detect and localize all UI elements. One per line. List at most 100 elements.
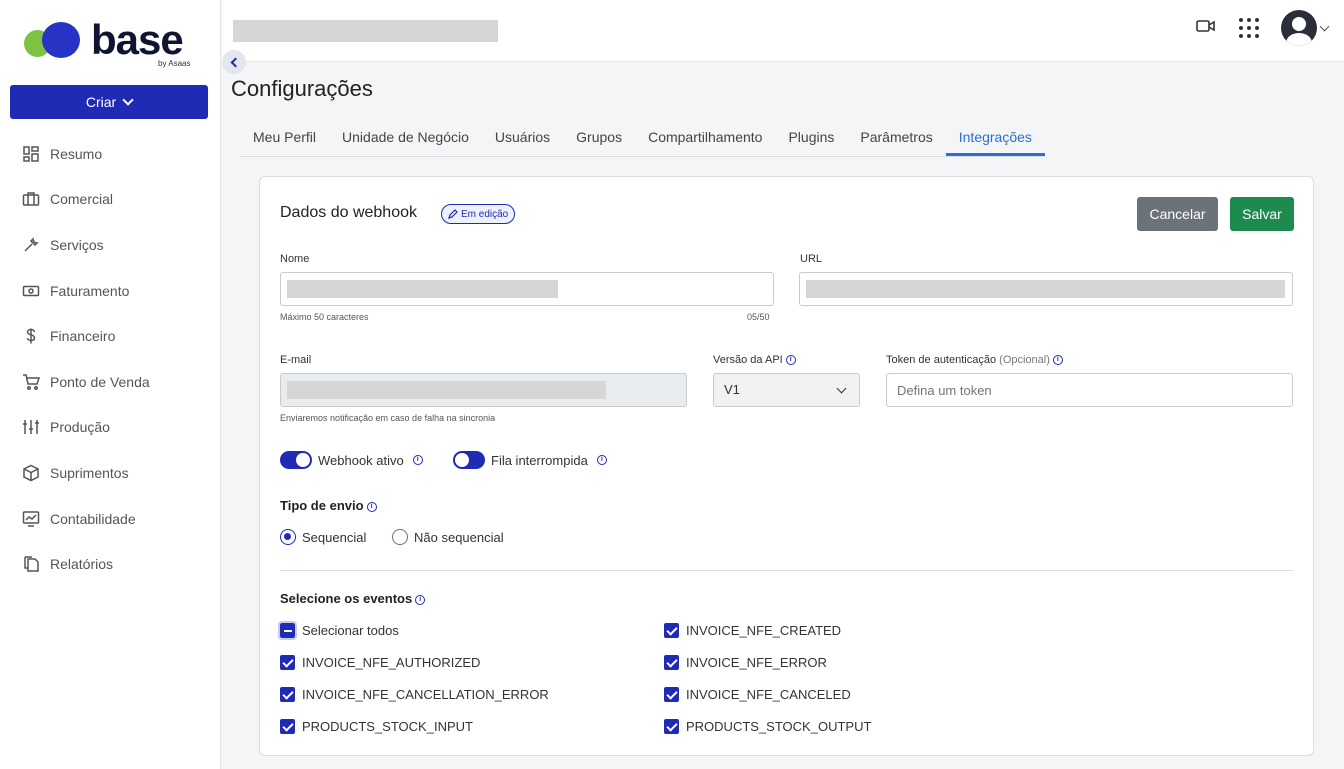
sidebar-item-relatorios[interactable]: Relatórios <box>0 541 221 587</box>
events-title: Selecione os eventos i <box>280 591 426 606</box>
collapse-sidebar-button[interactable] <box>222 50 246 74</box>
info-icon[interactable]: i <box>1052 355 1063 366</box>
tab-integracoes[interactable]: Integrações <box>945 122 1045 156</box>
apps-grid-icon[interactable] <box>1239 18 1259 38</box>
tab-grupos[interactable]: Grupos <box>563 122 635 156</box>
user-menu[interactable] <box>1281 10 1330 46</box>
checkbox[interactable] <box>280 719 295 734</box>
sidebar-item-servicos[interactable]: Serviços <box>0 222 221 268</box>
logo-by: by Asaas <box>158 59 191 68</box>
checkbox[interactable] <box>664 655 679 670</box>
base-logo[interactable]: base by Asaas <box>24 16 199 70</box>
sidebar-item-label: Comercial <box>50 191 114 208</box>
event-checkbox[interactable]: INVOICE_NFE_CREATED <box>664 623 841 638</box>
checkbox[interactable] <box>278 621 297 640</box>
cart-icon <box>23 374 40 390</box>
event-checkbox[interactable]: INVOICE_NFE_CANCELLATION_ERROR <box>280 687 549 702</box>
banknote-icon <box>22 285 40 296</box>
info-icon[interactable]: i <box>412 455 423 465</box>
radio-button[interactable] <box>280 529 296 545</box>
toggle-switch[interactable] <box>453 451 485 469</box>
sidebar-item-contabilidade[interactable]: Contabilidade <box>0 496 221 542</box>
checkbox-label: INVOICE_NFE_CANCELLATION_ERROR <box>302 687 549 702</box>
token-label: Token de autenticação (Opcional) i <box>886 354 1063 366</box>
topbar <box>222 0 1344 62</box>
event-checkbox[interactable]: PRODUCTS_STOCK_OUTPUT <box>664 719 871 734</box>
radio-button[interactable] <box>392 529 408 545</box>
tab-plugins[interactable]: Plugins <box>775 122 847 156</box>
logo-blue-circle <box>42 22 80 58</box>
nome-field[interactable] <box>280 272 774 306</box>
tab-meu-perfil[interactable]: Meu Perfil <box>240 122 329 156</box>
pencil-icon <box>448 209 458 219</box>
sidebar-item-label: Produção <box>50 419 110 436</box>
sidebar-item-label: Financeiro <box>50 328 116 345</box>
radio-nao-sequencial[interactable]: Não sequencial <box>392 529 504 545</box>
logo-word: base <box>91 16 184 63</box>
info-icon[interactable]: i <box>415 594 426 605</box>
checkbox[interactable] <box>664 623 679 638</box>
info-icon[interactable]: i <box>366 501 377 512</box>
toggle-label: Webhook ativo <box>318 452 404 468</box>
tab-parametros[interactable]: Parâmetros <box>847 122 945 156</box>
event-checkbox[interactable]: PRODUCTS_STOCK_INPUT <box>280 719 473 734</box>
cancel-button[interactable]: Cancelar <box>1137 197 1218 231</box>
info-icon[interactable]: i <box>785 355 796 366</box>
webhook-active-toggle[interactable]: Webhook ativo i <box>280 451 423 469</box>
checkbox[interactable] <box>664 687 679 702</box>
avatar <box>1281 10 1317 46</box>
checkbox-label: PRODUCTS_STOCK_INPUT <box>302 719 473 734</box>
tab-unidade-de-negocio[interactable]: Unidade de Negócio <box>329 122 482 156</box>
webhook-card: Dados do webhook Em edição Cancelar Salv… <box>259 176 1314 756</box>
sidebar-item-comercial[interactable]: Comercial <box>0 177 221 223</box>
divider <box>280 570 1293 571</box>
sidebar-item-suprimentos[interactable]: Suprimentos <box>0 450 221 496</box>
create-button[interactable]: Criar <box>10 85 208 119</box>
token-label-text: Token de autenticação <box>886 354 997 366</box>
event-checkbox[interactable]: INVOICE_NFE_CANCELED <box>664 687 851 702</box>
settings-tabs: Meu Perfil Unidade de Negócio Usuários G… <box>240 122 1045 157</box>
url-label: URL <box>800 253 823 265</box>
queue-interrupted-toggle[interactable]: Fila interrompida i <box>453 451 607 469</box>
sidebar-item-label: Contabilidade <box>50 510 136 527</box>
info-icon[interactable]: i <box>596 455 607 465</box>
checkbox[interactable] <box>280 655 295 670</box>
page-title: Configurações <box>231 76 373 101</box>
sidebar-item-resumo[interactable]: Resumo <box>0 131 221 177</box>
event-checkbox[interactable]: INVOICE_NFE_ERROR <box>664 655 827 670</box>
sidebar-item-label: Ponto de Venda <box>50 373 150 390</box>
url-field[interactable] <box>799 272 1293 306</box>
sidebar-item-faturamento[interactable]: Faturamento <box>0 268 221 314</box>
nome-char-count: 05/50 <box>747 312 770 322</box>
api-version-select[interactable]: V1 <box>713 373 860 407</box>
sidebar-item-financeiro[interactable]: Financeiro <box>0 313 221 359</box>
save-button[interactable]: Salvar <box>1230 197 1294 231</box>
sidebar-item-label: Resumo <box>50 145 103 162</box>
sidebar-item-producao[interactable]: Produção <box>0 405 221 451</box>
tab-usuarios[interactable]: Usuários <box>482 122 563 156</box>
checkbox-label: PRODUCTS_STOCK_OUTPUT <box>686 719 872 734</box>
sliders-icon <box>23 420 39 435</box>
sidebar-item-label: Serviços <box>50 236 104 253</box>
documents-icon <box>24 556 39 572</box>
sidebar-item-ponto-de-venda[interactable]: Ponto de Venda <box>0 359 221 405</box>
event-checkbox[interactable]: INVOICE_NFE_AUTHORIZED <box>280 655 480 670</box>
tab-compartilhamento[interactable]: Compartilhamento <box>635 122 775 156</box>
radio-sequencial[interactable]: Sequencial <box>280 529 366 545</box>
toggle-switch[interactable] <box>280 451 312 469</box>
token-input[interactable] <box>886 373 1293 407</box>
card-title: Dados do webhook <box>280 204 417 221</box>
select-all-checkbox[interactable]: Selecionar todos <box>278 621 399 640</box>
checkbox[interactable] <box>280 687 295 702</box>
video-camera-icon[interactable] <box>1195 15 1217 42</box>
briefcase-icon <box>22 192 40 207</box>
token-optional-text: (Opcional) <box>999 354 1050 366</box>
send-type-title-text: Tipo de envio <box>280 498 364 513</box>
checkbox[interactable] <box>664 719 679 734</box>
email-field[interactable] <box>280 373 687 407</box>
sidebar: base by Asaas Criar Resumo Comercial Ser… <box>0 0 221 769</box>
sidebar-item-label: Suprimentos <box>50 464 129 481</box>
redacted-value <box>287 280 558 298</box>
status-badge: Em edição <box>441 204 516 224</box>
wrench-icon <box>24 237 39 252</box>
